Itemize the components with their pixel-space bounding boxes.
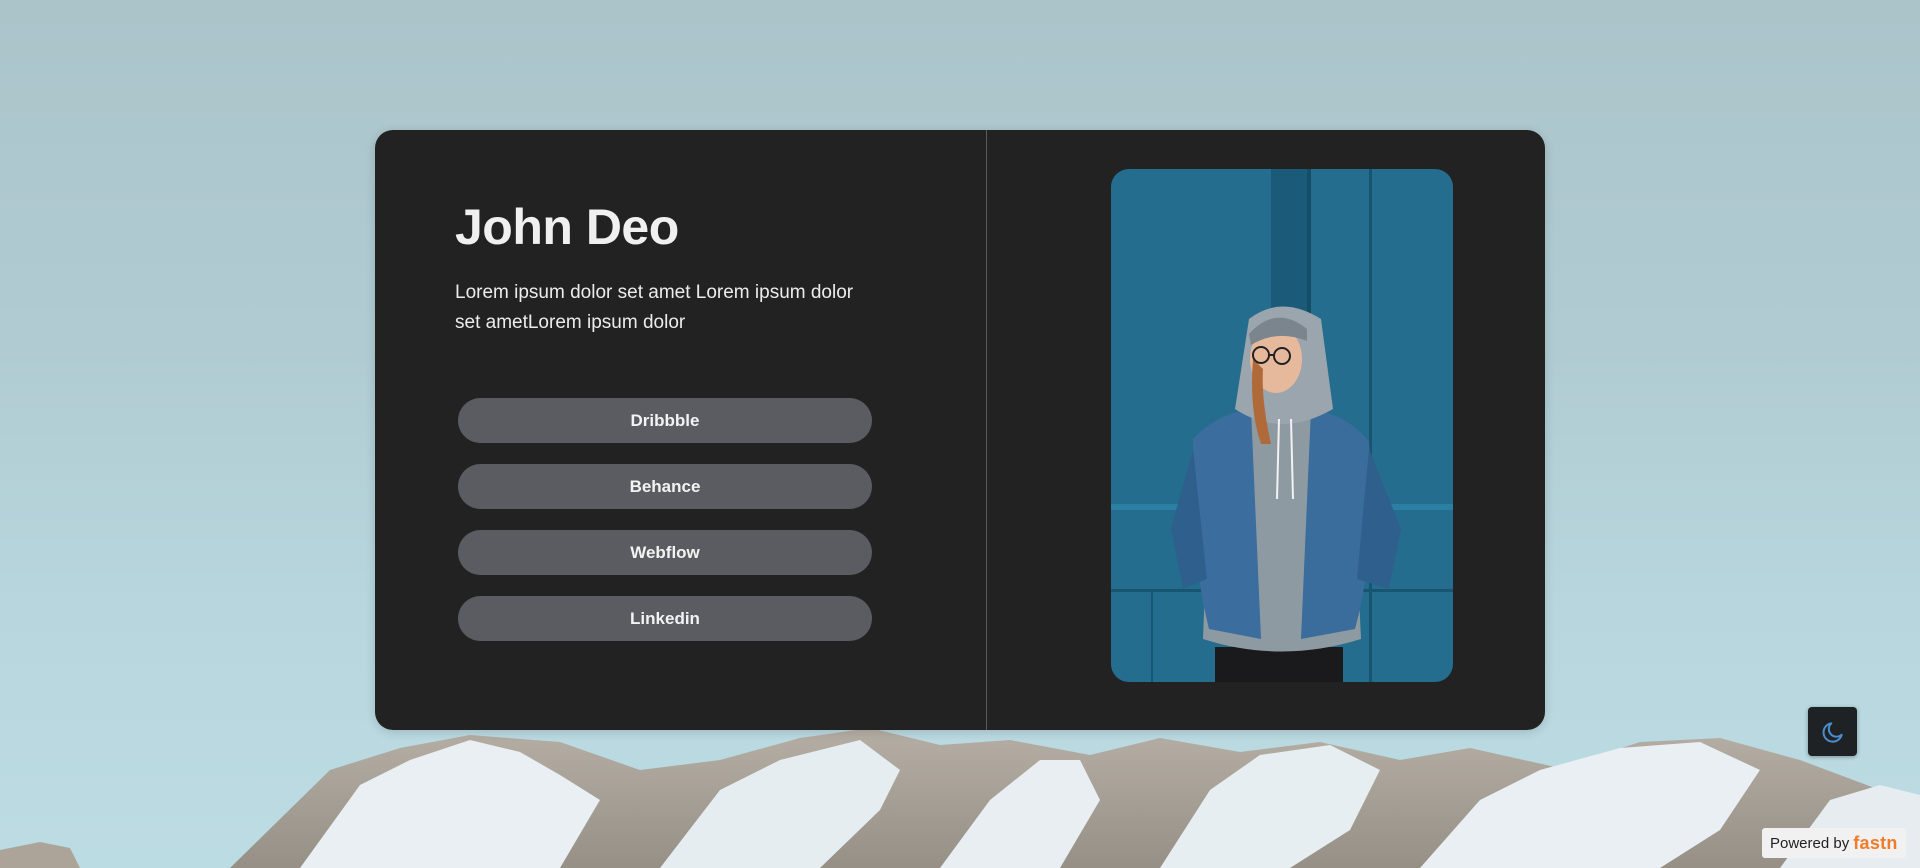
webflow-button[interactable]: Webflow <box>458 530 872 575</box>
card-divider <box>986 130 987 730</box>
theme-toggle-button[interactable] <box>1808 707 1857 756</box>
profile-bio: Lorem ipsum dolor set amet Lorem ipsum d… <box>455 282 854 333</box>
page-background: John Deo Lorem ipsum dolor set amet Lore… <box>0 0 1920 868</box>
behance-button[interactable]: Behance <box>458 464 872 509</box>
linkedin-button[interactable]: Linkedin <box>458 596 872 641</box>
social-links: Dribbble Behance Webflow Linkedin <box>458 398 872 662</box>
fastn-logo: fastn <box>1853 832 1898 853</box>
profile-photo <box>1111 169 1453 682</box>
dribbble-button[interactable]: Dribbble <box>458 398 872 443</box>
moon-icon <box>1822 721 1843 743</box>
powered-by-label: Powered by <box>1770 834 1850 852</box>
powered-by-badge[interactable]: Powered by fastn <box>1762 828 1906 858</box>
profile-name: John Deo <box>455 199 679 255</box>
profile-photo-illustration <box>1111 169 1453 682</box>
profile-card: John Deo Lorem ipsum dolor set amet Lore… <box>375 130 1545 730</box>
